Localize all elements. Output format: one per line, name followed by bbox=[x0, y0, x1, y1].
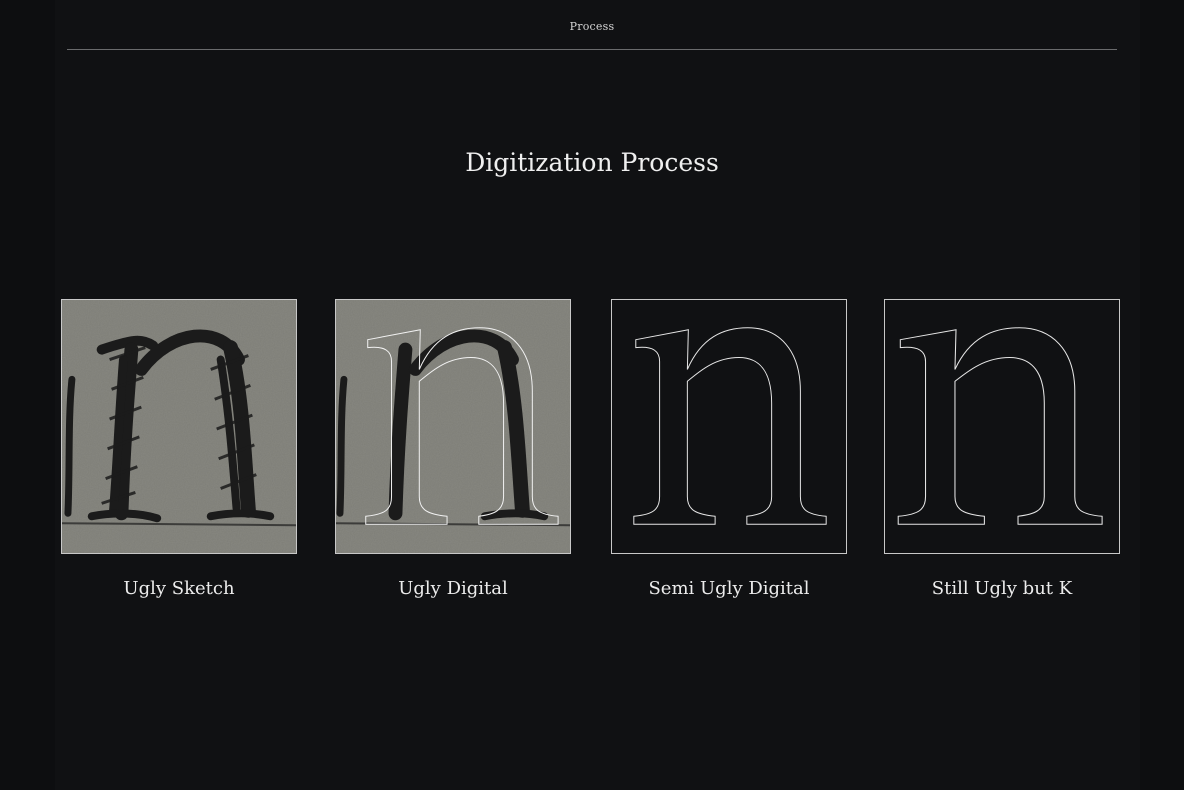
final-digital-image bbox=[884, 299, 1120, 554]
page-title: Digitization Process bbox=[465, 148, 719, 177]
section-header-label: Process bbox=[569, 20, 615, 33]
ugly-digital-image bbox=[335, 299, 571, 554]
caption-semi-ugly-digital: Semi Ugly Digital bbox=[648, 578, 810, 599]
sketch-image bbox=[61, 299, 297, 554]
caption-ugly-digital: Ugly Digital bbox=[398, 578, 508, 599]
caption-still-ugly-but-k: Still Ugly but K bbox=[931, 578, 1073, 599]
caption-ugly-sketch: Ugly Sketch bbox=[123, 578, 235, 599]
header-divider bbox=[67, 49, 1117, 50]
semi-ugly-digital-image bbox=[611, 299, 847, 554]
